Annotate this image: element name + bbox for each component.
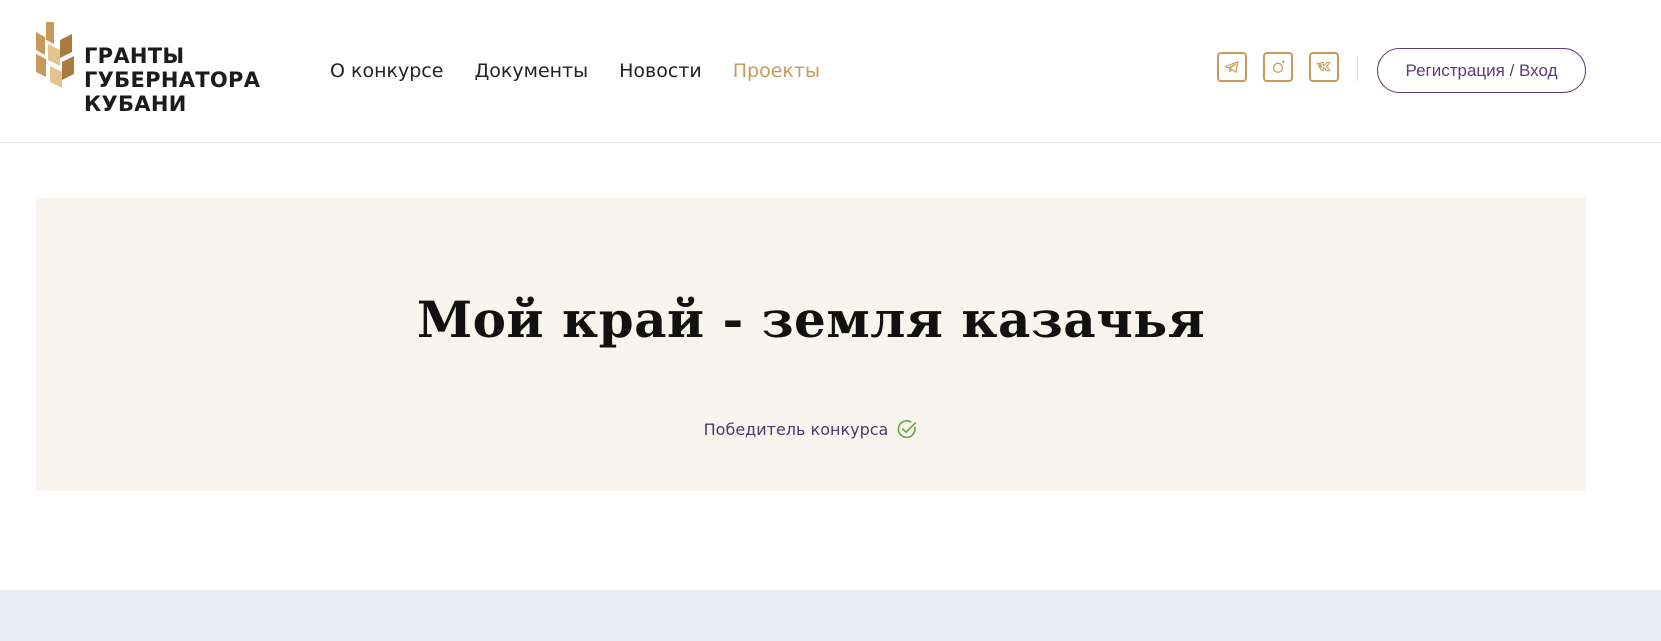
telegram-icon xyxy=(1224,61,1239,73)
logo-wheat-icon xyxy=(36,22,74,88)
nav-item-about[interactable]: О конкурсе xyxy=(330,60,443,82)
logo-line-3: КУБАНИ xyxy=(84,92,187,116)
logo[interactable]: ГРАНТЫ ГУБЕРНАТОРА КУБАНИ xyxy=(36,22,260,118)
logo-line-1: ГРАНТЫ xyxy=(84,44,185,68)
status-badge: Победитель конкурса xyxy=(36,418,1586,440)
nav-item-news[interactable]: Новости xyxy=(619,60,702,82)
social-links xyxy=(1217,52,1339,82)
vk-link[interactable] xyxy=(1309,52,1339,82)
logo-wordmark: ГРАНТЫ ГУБЕРНАТОРА КУБАНИ xyxy=(84,44,260,116)
logo-line-2: ГУБЕРНАТОРА xyxy=(84,68,261,92)
instagram-icon xyxy=(1272,60,1285,73)
check-circle-icon xyxy=(897,420,917,439)
project-title: Мой край - земля казачья xyxy=(416,290,1206,349)
project-hero: Мой край - земля казачья Победитель конк… xyxy=(36,198,1586,491)
next-section-band xyxy=(0,590,1661,641)
main-nav: О конкурсе Документы Новости Проекты xyxy=(330,58,820,84)
nav-item-projects[interactable]: Проекты xyxy=(733,60,820,82)
nav-item-documents[interactable]: Документы xyxy=(474,60,588,82)
vk-icon xyxy=(1316,61,1331,72)
site-header: ГРАНТЫ ГУБЕРНАТОРА КУБАНИ О конкурсе Док… xyxy=(0,0,1661,143)
header-divider xyxy=(1357,57,1358,81)
instagram-link[interactable] xyxy=(1263,52,1293,82)
telegram-link[interactable] xyxy=(1217,52,1247,82)
status-label: Победитель конкурса xyxy=(703,419,889,439)
login-button[interactable]: Регистрация / Вход xyxy=(1377,48,1586,93)
